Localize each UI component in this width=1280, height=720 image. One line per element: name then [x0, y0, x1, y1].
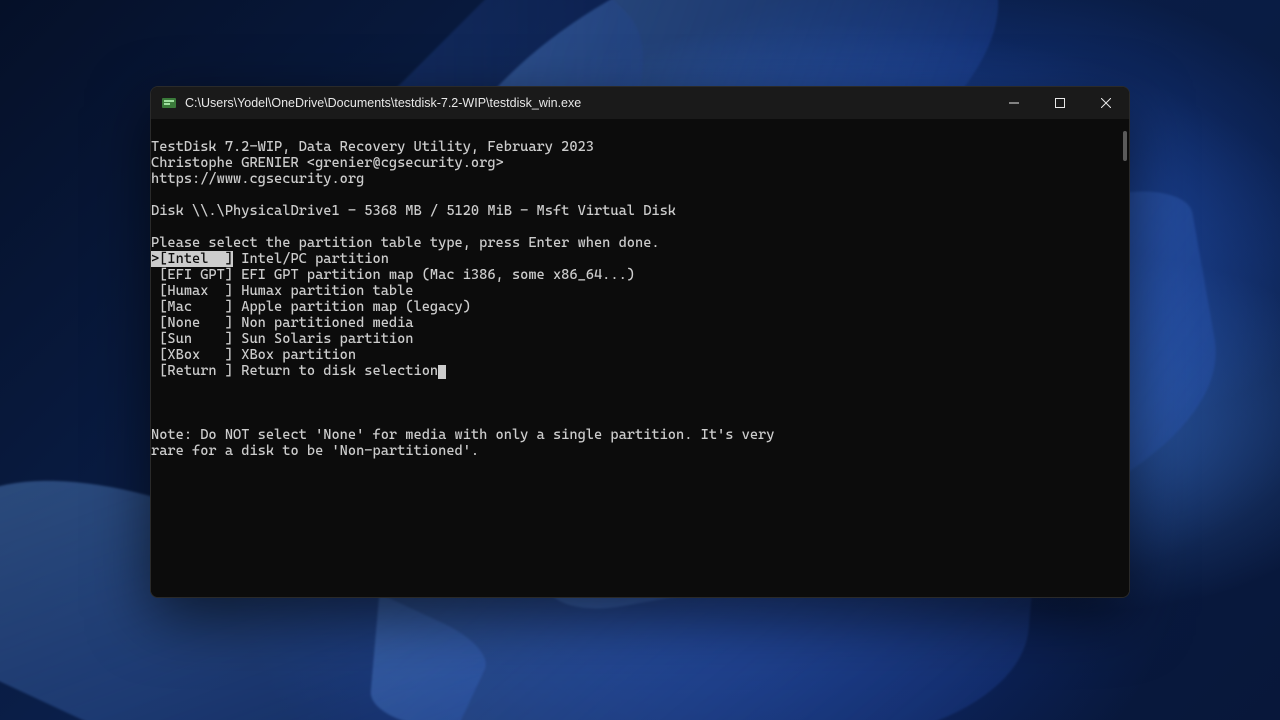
- menu-desc: Sun Solaris partition: [241, 331, 413, 347]
- menu-desc: Intel/PC partition: [241, 251, 389, 267]
- menu-item-return[interactable]: [Return ] Return to disk selection: [151, 363, 446, 379]
- menu-item-intel[interactable]: >[Intel ] Intel/PC partition: [151, 251, 389, 267]
- prompt-line: Please select the partition table type, …: [151, 235, 660, 251]
- menu-item-none[interactable]: [None ] Non partitioned media: [151, 315, 414, 331]
- menu-desc: Apple partition map (legacy): [241, 299, 471, 315]
- close-button[interactable]: [1083, 87, 1129, 119]
- disk-info: Disk \\.\PhysicalDrive1 - 5368 MB / 5120…: [151, 203, 676, 219]
- menu-item-mac[interactable]: [Mac ] Apple partition map (legacy): [151, 299, 471, 315]
- note-line: Note: Do NOT select 'None' for media wit…: [151, 427, 774, 443]
- menu-item-xbox[interactable]: [XBox ] XBox partition: [151, 347, 356, 363]
- menu-desc: Humax partition table: [241, 283, 413, 299]
- menu-tag: [Sun ]: [159, 331, 233, 347]
- menu-tag: [None ]: [159, 315, 233, 331]
- menu-item-humax[interactable]: [Humax ] Humax partition table: [151, 283, 414, 299]
- app-icon: [161, 95, 177, 111]
- menu-tag: [Mac ]: [159, 299, 233, 315]
- menu-tag: [Humax ]: [159, 283, 233, 299]
- console-window: C:\Users\Yodel\OneDrive\Documents\testdi…: [150, 86, 1130, 598]
- terminal-output[interactable]: TestDisk 7.2-WIP, Data Recovery Utility,…: [151, 119, 1129, 597]
- menu-desc: Return to disk selection: [241, 363, 438, 379]
- window-title: C:\Users\Yodel\OneDrive\Documents\testdi…: [185, 96, 581, 110]
- header-line: TestDisk 7.2-WIP, Data Recovery Utility,…: [151, 139, 594, 155]
- scrollbar[interactable]: [1117, 119, 1129, 597]
- menu-tag: [Return ]: [159, 363, 233, 379]
- scrollbar-thumb[interactable]: [1123, 131, 1127, 161]
- note-line: rare for a disk to be 'Non-partitioned'.: [151, 443, 479, 459]
- header-line: Christophe GRENIER <grenier@cgsecurity.o…: [151, 155, 504, 171]
- menu-item-efi-gpt[interactable]: [EFI GPT] EFI GPT partition map (Mac i38…: [151, 267, 635, 283]
- menu-desc: EFI GPT partition map (Mac i386, some x8…: [241, 267, 635, 283]
- menu-desc: XBox partition: [241, 347, 356, 363]
- menu-desc: Non partitioned media: [241, 315, 413, 331]
- menu-cursor: >: [151, 251, 159, 267]
- titlebar[interactable]: C:\Users\Yodel\OneDrive\Documents\testdi…: [151, 87, 1129, 119]
- menu-item-sun[interactable]: [Sun ] Sun Solaris partition: [151, 331, 414, 347]
- header-line: https://www.cgsecurity.org: [151, 171, 364, 187]
- maximize-button[interactable]: [1037, 87, 1083, 119]
- menu-tag: [EFI GPT]: [159, 267, 233, 283]
- text-cursor: [438, 365, 446, 379]
- menu-tag: [XBox ]: [159, 347, 233, 363]
- menu-tag: [Intel ]: [159, 251, 233, 267]
- minimize-button[interactable]: [991, 87, 1037, 119]
